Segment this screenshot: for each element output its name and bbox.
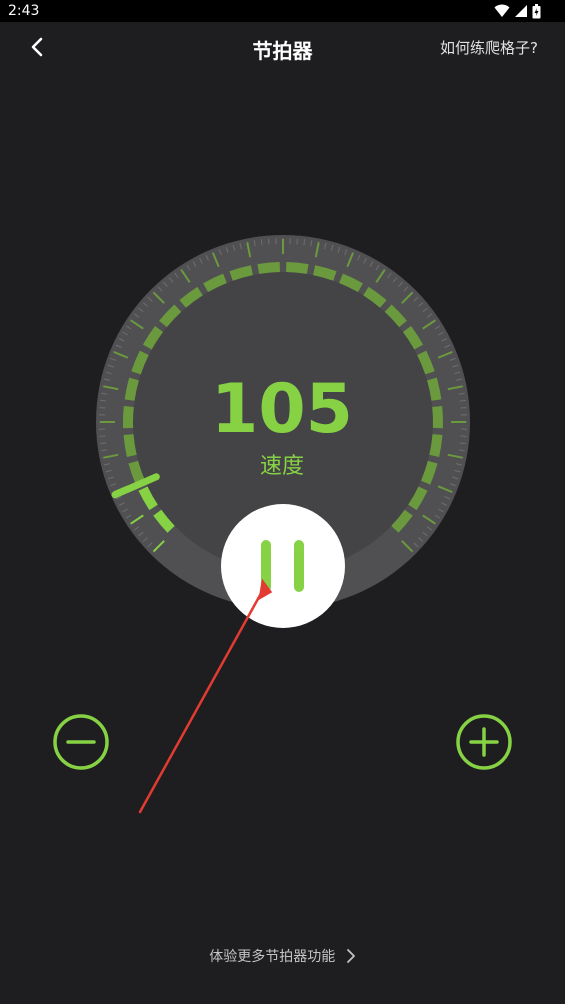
decrease-tempo-button[interactable] [53,714,109,770]
dial-segment [128,460,146,485]
dial-segment [229,265,253,281]
dial-segment [432,405,444,429]
dial-segment [427,377,442,401]
dial-minor-tick [303,239,306,246]
dial-minor-tick [459,399,466,402]
dial-minor-tick [100,399,107,402]
dial-segment [122,405,134,429]
dial-segment [313,265,337,281]
more-features-link[interactable]: 体验更多节拍器功能 [0,946,565,966]
increase-tempo-button[interactable] [456,714,512,770]
dial-segment [429,434,443,458]
dial-segment [123,434,137,458]
minus-circle-icon [53,714,109,770]
dial-minor-tick [260,239,263,246]
dial-segment [286,262,309,274]
tempo-label: 速度 [259,454,304,479]
more-features-label: 体验更多节拍器功能 [209,949,336,965]
dial-segment [257,262,280,274]
dial-segment [124,377,139,401]
plus-circle-icon [456,714,512,770]
dial-segment [420,460,438,485]
metronome-screen: 2:43 节拍器 如何练爬格子? 105 速度 体验更多节拍器功能 [0,0,565,1004]
tempo-value: 105 [211,370,353,449]
chevron-right-icon [346,949,355,963]
dial-minor-tick [100,442,107,445]
dial-minor-tick [459,442,466,445]
play-pause-button[interactable] [221,504,345,628]
